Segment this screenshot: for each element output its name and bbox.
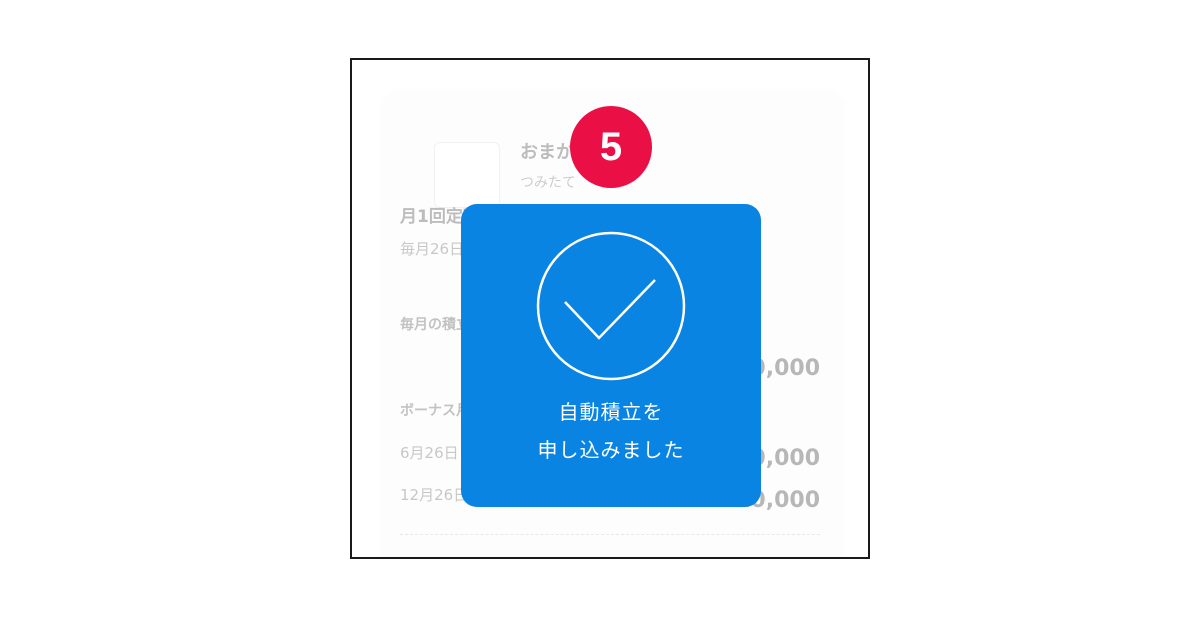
- fund-subtitle: つみたて: [520, 175, 576, 191]
- check-circle-icon: [536, 231, 686, 381]
- step-number-badge: 5: [570, 106, 652, 188]
- fund-thumbnail: [434, 142, 500, 208]
- bonus-label: ボーナス月: [400, 403, 470, 419]
- plan-date: 毎月26日: [400, 240, 465, 258]
- bonus-date-december: 12月26日: [400, 486, 469, 504]
- bonus-date-june: 6月26日: [400, 444, 459, 462]
- toast-message-line-1: 自動積立を: [558, 400, 664, 424]
- dashed-divider: [400, 534, 820, 535]
- toast-message-line-2: 申し込みました: [537, 438, 685, 462]
- completion-toast: 自動積立を 申し込みました: [461, 204, 761, 507]
